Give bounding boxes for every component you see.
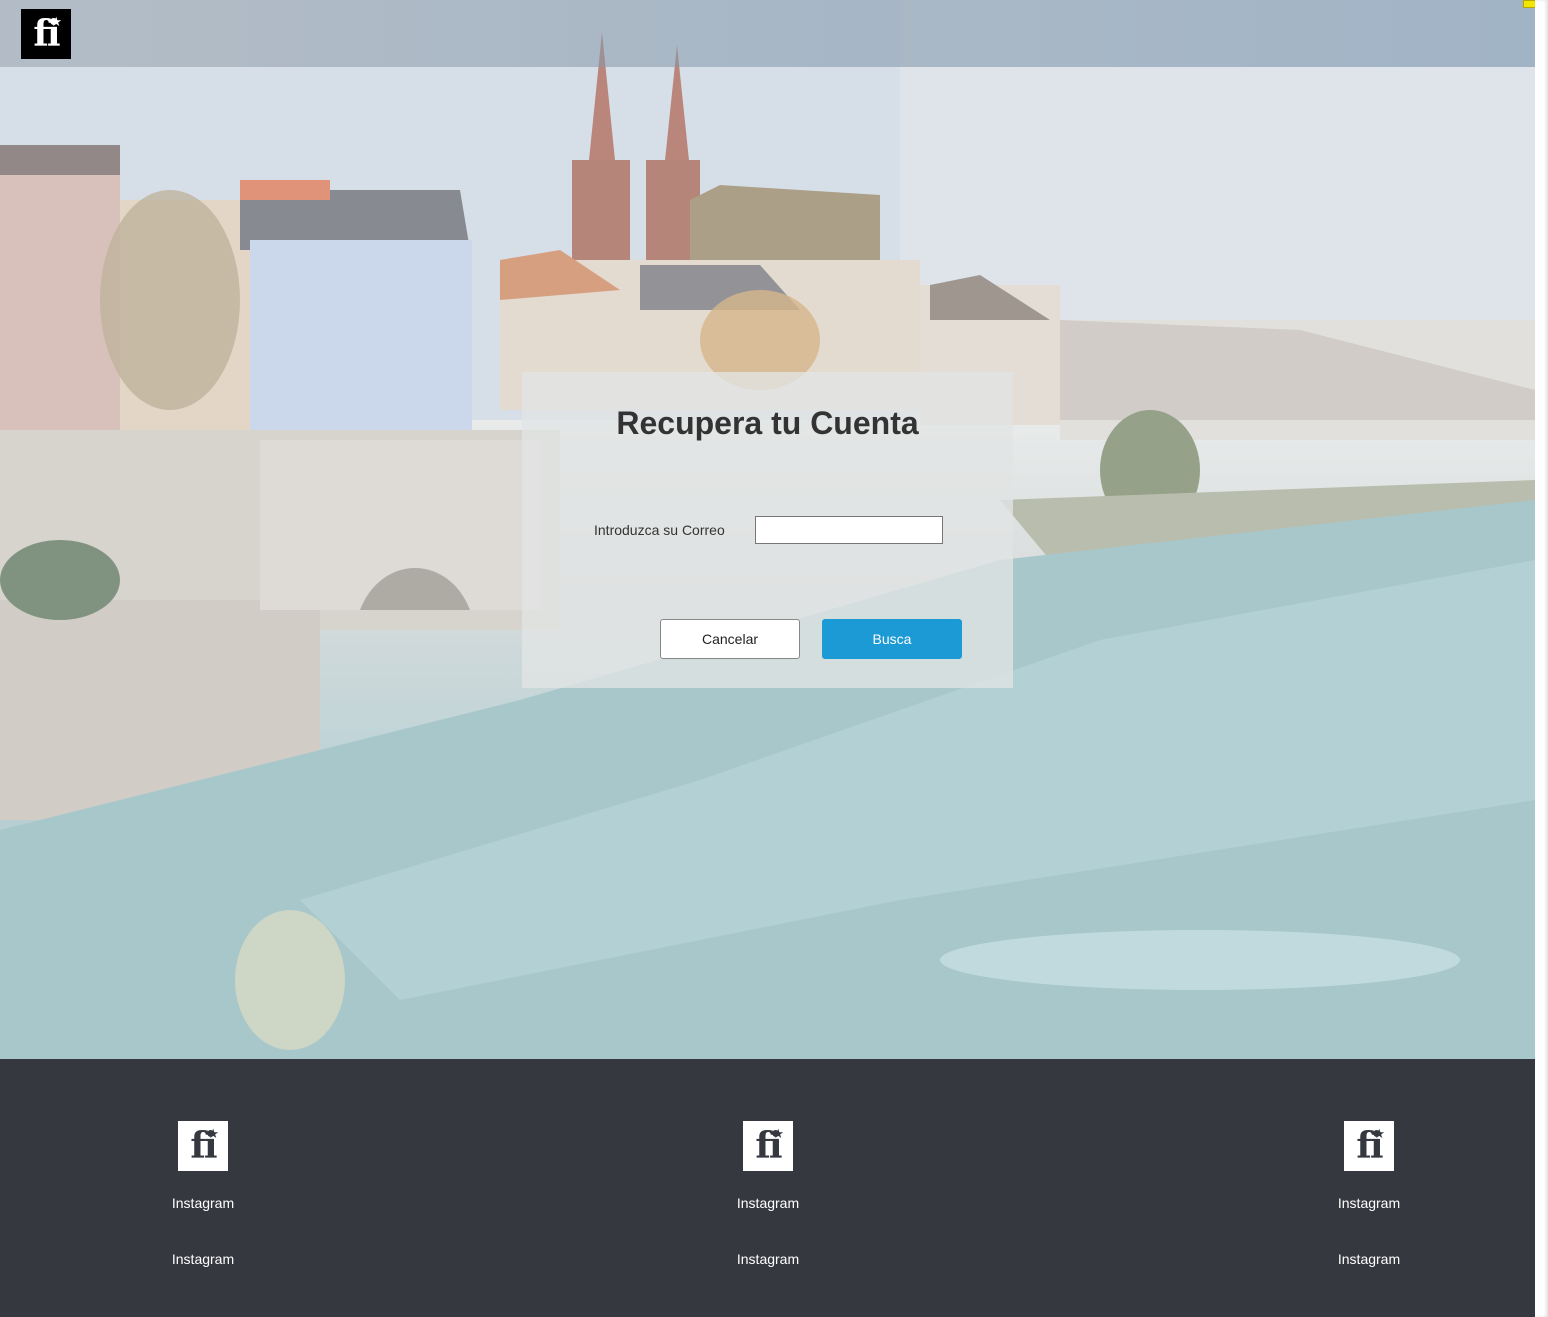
cancel-button[interactable]: Cancelar xyxy=(660,619,800,659)
brand-logo[interactable]: fi ★ xyxy=(21,9,71,59)
footer: fi ★ Instagram Instagram fi ★ Instagram … xyxy=(0,1059,1535,1317)
email-label: Introduzca su Correo xyxy=(594,522,725,538)
footer-link-instagram[interactable]: Instagram xyxy=(1269,1251,1469,1267)
recover-account-panel: Recupera tu Cuenta Introduzca su Correo … xyxy=(522,372,1013,688)
footer-logo[interactable]: fi ★ xyxy=(178,1121,228,1171)
footer-logo[interactable]: fi ★ xyxy=(1344,1121,1394,1171)
search-button[interactable]: Busca xyxy=(822,619,962,659)
footer-link-instagram[interactable]: Instagram xyxy=(668,1251,868,1267)
footer-link-instagram[interactable]: Instagram xyxy=(1269,1195,1469,1211)
footer-link-instagram[interactable]: Instagram xyxy=(103,1251,303,1267)
footer-link-instagram[interactable]: Instagram xyxy=(103,1195,303,1211)
top-bar: fi ★ xyxy=(0,0,1538,67)
page-scrollbar[interactable] xyxy=(1535,0,1548,1317)
footer-column: fi ★ Instagram Instagram xyxy=(1269,1121,1469,1267)
page-title: Recupera tu Cuenta xyxy=(616,405,919,441)
footer-column: fi ★ Instagram Instagram xyxy=(103,1121,303,1267)
star-icon: ★ xyxy=(1373,1126,1385,1141)
star-icon: ★ xyxy=(50,14,62,29)
footer-link-instagram[interactable]: Instagram xyxy=(668,1195,868,1211)
star-icon: ★ xyxy=(772,1126,784,1141)
star-icon: ★ xyxy=(207,1126,219,1141)
page: fi ★ Recupera tu Cuenta Introduzca su Co… xyxy=(0,0,1548,1317)
footer-column: fi ★ Instagram Instagram xyxy=(668,1121,868,1267)
email-field[interactable] xyxy=(755,516,943,544)
footer-logo[interactable]: fi ★ xyxy=(743,1121,793,1171)
